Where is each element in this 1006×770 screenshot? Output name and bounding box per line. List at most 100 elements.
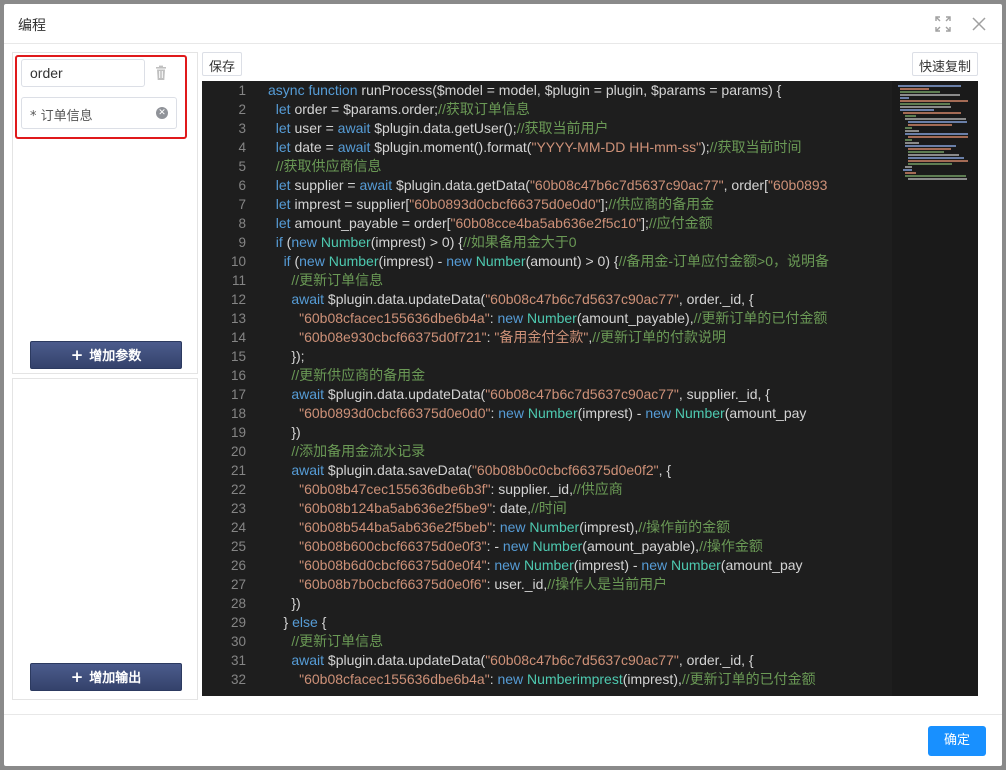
- code-line[interactable]: let user = await $plugin.data.getUser();…: [268, 119, 884, 138]
- code-line[interactable]: //获取供应商信息: [268, 157, 884, 176]
- minimap-line: [905, 127, 913, 129]
- add-output-button[interactable]: + 增加输出: [30, 663, 182, 691]
- add-output-label: 增加输出: [89, 671, 142, 686]
- code-line[interactable]: "60b0893d0cbcf66375d0e0d0": new Number(i…: [268, 404, 884, 423]
- code-line[interactable]: "60b08b124ba5ab636e2f5be9": date,//时间: [268, 499, 884, 518]
- line-number: 23: [230, 501, 246, 516]
- code-line[interactable]: async function runProcess($model = model…: [268, 81, 884, 100]
- code-line[interactable]: "60b08b47cec155636dbe6b3f": supplier._id…: [268, 480, 884, 499]
- line-number: 21: [230, 463, 246, 478]
- minimap-line: [900, 103, 950, 105]
- line-number: 10: [230, 254, 246, 269]
- line-number: 30: [230, 634, 246, 649]
- minimap-line: [907, 163, 952, 165]
- line-number: 5: [238, 159, 246, 174]
- code-line[interactable]: "60b08e930cbcf66375d0f721": "备用金付全款",//更…: [268, 328, 884, 347]
- line-number: 24: [230, 520, 246, 535]
- code-line[interactable]: if (new Number(imprest) - new Number(amo…: [268, 252, 884, 271]
- plus-icon: +: [70, 346, 84, 364]
- minimap-line: [905, 142, 919, 144]
- minimap-line: [907, 157, 965, 159]
- line-number: 28: [230, 596, 246, 611]
- line-number: 15: [230, 349, 246, 364]
- code-line[interactable]: //更新订单信息: [268, 271, 884, 290]
- line-number: 11: [231, 273, 246, 288]
- minimap-line: [900, 100, 968, 102]
- minimap-line: [905, 133, 968, 135]
- minimap-line: [905, 115, 917, 117]
- code-line[interactable]: let supplier = await $plugin.data.getDat…: [268, 176, 884, 195]
- minimap-line: [902, 169, 913, 171]
- code-line[interactable]: //更新供应商的备用金: [268, 366, 884, 385]
- line-number: 25: [230, 539, 246, 554]
- minimap-line: [907, 136, 968, 138]
- code-line[interactable]: let amount_payable = order["60b08cce4ba5…: [268, 214, 884, 233]
- quick-copy-button[interactable]: 快速复制: [911, 52, 978, 76]
- code-line[interactable]: "60b08b6d0cbcf66375d0e0f4": new Number(i…: [268, 556, 884, 575]
- minimap-line: [900, 106, 951, 108]
- minimap-line: [900, 94, 960, 96]
- code-line[interactable]: let order = $params.order;//获取订单信息: [268, 100, 884, 119]
- minimap[interactable]: [892, 81, 978, 696]
- code-line[interactable]: if (new Number(imprest) > 0) {//如果备用金大于0: [268, 233, 884, 252]
- add-param-button[interactable]: + 增加参数: [30, 341, 182, 369]
- minimap-line: [905, 118, 966, 120]
- code-line[interactable]: }): [268, 423, 884, 442]
- plus-icon: +: [70, 668, 84, 686]
- param-desc-field[interactable]: * 订单信息 ✕: [21, 97, 177, 129]
- trash-icon[interactable]: [153, 65, 169, 81]
- line-number: 12: [230, 292, 246, 307]
- save-button[interactable]: 保存: [202, 52, 243, 76]
- line-number: 18: [230, 406, 246, 421]
- code-line[interactable]: } else {: [268, 613, 884, 632]
- minimap-line: [900, 91, 941, 93]
- code-line[interactable]: await $plugin.data.updateData("60b08c47b…: [268, 385, 884, 404]
- code-line[interactable]: });: [268, 347, 884, 366]
- code-line[interactable]: //添加备用金流水记录: [268, 442, 884, 461]
- watermark-text: 大数跨境: [46, 738, 126, 762]
- code-line[interactable]: await $plugin.data.updateData("60b08c47b…: [268, 290, 884, 309]
- line-number: 3: [238, 121, 246, 136]
- minimap-line: [898, 85, 962, 87]
- code-line[interactable]: "60b08b600cbcf66375d0e0f3": - new Number…: [268, 537, 884, 556]
- code-line[interactable]: "60b08b544ba5ab636e2f5beb": new Number(i…: [268, 518, 884, 537]
- minimap-line: [905, 145, 956, 147]
- ok-button[interactable]: 确定: [928, 726, 986, 756]
- add-param-label: 增加参数: [89, 349, 142, 364]
- line-number: 31: [230, 653, 246, 668]
- minimap-line: [905, 139, 912, 141]
- fullscreen-icon[interactable]: [934, 15, 952, 33]
- minimap-line: [907, 154, 959, 156]
- code-line[interactable]: "60b08cfacec155636dbe6b4a": new Number(a…: [268, 309, 884, 328]
- code-line[interactable]: //更新订单信息: [268, 632, 884, 651]
- code-line[interactable]: let imprest = supplier["60b0893d0cbcf663…: [268, 195, 884, 214]
- minimap-line: [907, 160, 968, 162]
- code-editor[interactable]: 1 2 3 4 5 6 7 8 9 10 11 12 13 14 15 16 17 18 19 20 21 22 23 24 2…: [202, 81, 978, 696]
- minimap-line: [907, 124, 953, 126]
- programming-dialog: 编程 order * 订单信息 ✕ + 增加参数 + 增加输出 保存 快速复制 …: [4, 4, 1002, 766]
- clear-icon[interactable]: ✕: [156, 107, 168, 119]
- line-number: 8: [238, 216, 246, 231]
- line-number: 32: [230, 672, 246, 687]
- dialog-title: 编程: [18, 18, 46, 34]
- code-area[interactable]: async function runProcess($model = model…: [268, 81, 884, 696]
- minimap-line: [905, 175, 966, 177]
- line-number: 17: [230, 387, 246, 402]
- minimap-line: [900, 109, 934, 111]
- dialog-header: 编程: [4, 4, 1002, 44]
- code-line[interactable]: await $plugin.data.saveData("60b08b0c0cb…: [268, 461, 884, 480]
- param-desc-value: * 订单信息: [30, 109, 93, 124]
- code-line[interactable]: let date = await $plugin.moment().format…: [268, 138, 884, 157]
- code-line[interactable]: }): [268, 594, 884, 613]
- close-icon[interactable]: [970, 15, 988, 33]
- minimap-line: [907, 148, 951, 150]
- code-line[interactable]: await $plugin.data.updateData("60b08c47b…: [268, 651, 884, 670]
- param-name-field[interactable]: order: [21, 59, 145, 87]
- code-line[interactable]: "60b08cfacec155636dbe6b4a": new Numberim…: [268, 670, 884, 689]
- line-number: 7: [238, 197, 246, 212]
- code-line[interactable]: "60b08b7b0cbcf66375d0e0f6": user._id,//操…: [268, 575, 884, 594]
- line-number: 13: [230, 311, 246, 326]
- params-panel: order * 订单信息 ✕ + 增加参数: [12, 52, 198, 374]
- output-panel: + 增加输出: [12, 378, 198, 700]
- line-number: 14: [230, 330, 246, 345]
